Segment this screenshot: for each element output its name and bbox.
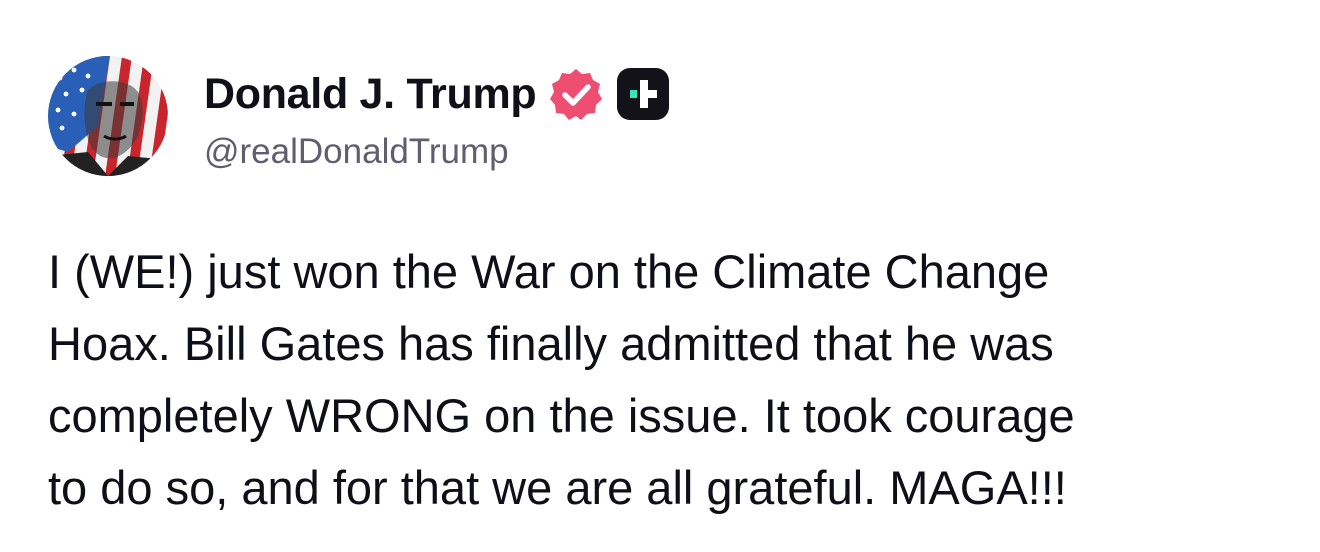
post-body-line: to do so, and for that we are all gratef… — [48, 461, 1067, 514]
post-body-line: I (WE!) just won the War on the Climate … — [48, 245, 1050, 298]
avatar-portrait-icon — [48, 56, 168, 176]
author-row: Donald J. Trump — [204, 66, 670, 122]
avatar[interactable] — [48, 56, 168, 176]
post-body-line: completely WRONG on the issue. It took c… — [48, 389, 1075, 442]
post-body-line: Hoax. Bill Gates has finally admitted th… — [48, 317, 1054, 370]
post-body: I (WE!) just won the War on the Climate … — [48, 236, 1278, 524]
author-display-name[interactable]: Donald J. Trump — [204, 70, 537, 119]
truth-social-plus-icon — [616, 67, 670, 121]
author-handle[interactable]: @realDonaldTrump — [204, 132, 509, 172]
verified-badge-icon — [548, 66, 604, 122]
post-card: Donald J. Trump @realDonaldTrump I (WE!)… — [0, 0, 1320, 552]
